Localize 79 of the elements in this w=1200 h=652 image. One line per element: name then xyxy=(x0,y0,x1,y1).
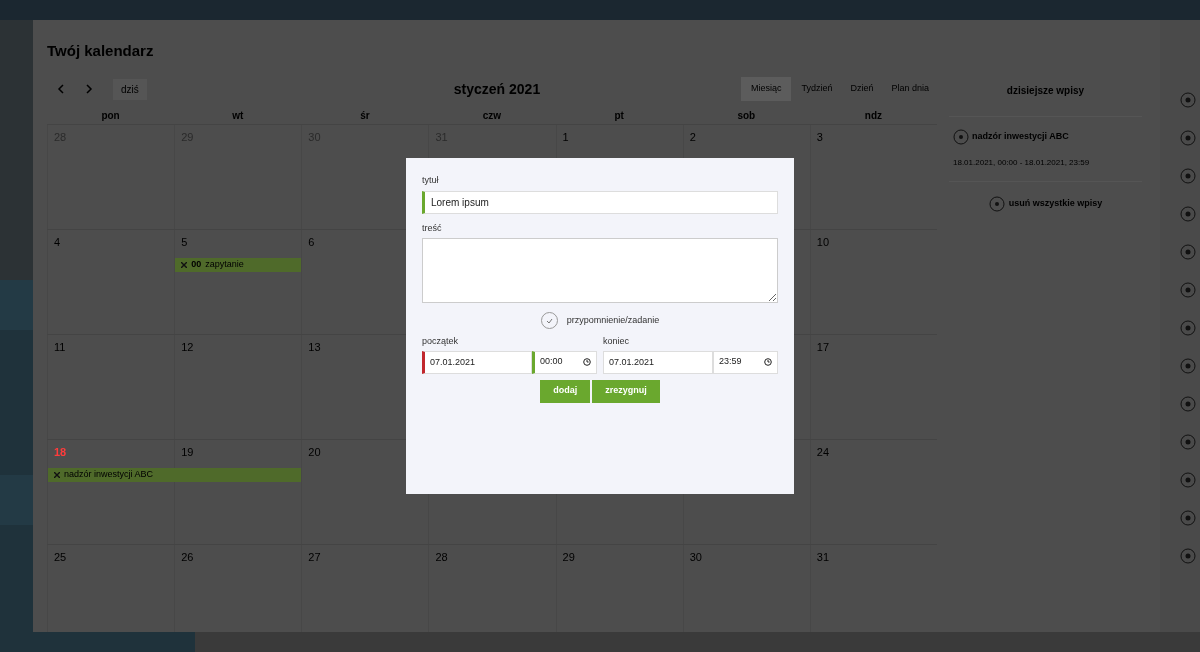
end-date-field[interactable]: 07.01.2021 xyxy=(603,350,713,374)
circle-button-icon[interactable] xyxy=(1180,206,1196,222)
check-icon xyxy=(545,317,553,324)
month-title: styczeń 2021 xyxy=(452,79,542,99)
circle-button-icon[interactable] xyxy=(1180,168,1196,184)
day-number: 26 xyxy=(180,550,195,565)
start-date-field[interactable]: 07.01.2021 xyxy=(422,350,532,374)
content-field[interactable] xyxy=(422,238,778,303)
day-number: 29 xyxy=(561,550,576,565)
day-number: 27 xyxy=(307,550,322,565)
day-number: 10 xyxy=(815,235,831,250)
circle-button-icon[interactable] xyxy=(1180,434,1196,450)
weekday-header: pt xyxy=(613,108,625,123)
day-number: 12 xyxy=(180,340,195,355)
event-time: 00 xyxy=(191,257,202,271)
weekday-header: śr xyxy=(359,108,371,123)
circle-button-icon[interactable] xyxy=(1180,396,1196,412)
day-number: 1 xyxy=(561,130,570,145)
weekday-header: czw xyxy=(481,108,503,123)
circle-button-icon[interactable] xyxy=(1180,282,1196,298)
panel-title: dzisiejsze wpisy xyxy=(1005,83,1086,98)
field-label: tytuł xyxy=(422,174,440,187)
entry-icon[interactable] xyxy=(953,129,969,145)
circle-button-icon[interactable] xyxy=(1180,320,1196,336)
weekday-header: sob xyxy=(736,108,757,123)
event-bar[interactable]: nadzór inwestycji ABC xyxy=(48,467,302,482)
day-number: 11 xyxy=(53,340,67,355)
event-title: zapytanie xyxy=(205,257,244,271)
reminder-label: przypomnienie/zadanie xyxy=(566,313,660,327)
field-label: treść xyxy=(422,221,443,235)
circle-button-icon[interactable] xyxy=(1180,510,1196,526)
view-tab[interactable]: Dzień xyxy=(842,77,882,101)
day-number: 17 xyxy=(815,340,831,355)
next-icon[interactable] xyxy=(85,84,93,94)
clock-icon[interactable] xyxy=(764,358,772,366)
field-label: początek xyxy=(422,335,460,348)
view-tab[interactable]: Tydzień xyxy=(793,77,841,101)
day-number: 19 xyxy=(180,445,195,460)
view-tab[interactable]: Miesiąc xyxy=(740,77,792,101)
end-time-field[interactable]: 23:59 xyxy=(713,350,778,374)
delete-icon xyxy=(988,196,1005,212)
title-field[interactable]: Lorem ipsum xyxy=(422,190,778,214)
weekday-header: pon xyxy=(100,108,121,123)
day-number: 31 xyxy=(815,550,831,565)
circle-button-icon[interactable] xyxy=(1180,130,1196,146)
weekday-header: ndz xyxy=(863,108,884,123)
circle-button-icon[interactable] xyxy=(1180,92,1196,108)
day-number: 20 xyxy=(307,445,322,460)
day-number: 4 xyxy=(53,235,62,250)
day-number: 30 xyxy=(688,550,703,565)
day-number: 25 xyxy=(53,550,68,565)
dialog-button[interactable]: dodaj xyxy=(540,379,591,403)
day-number: 2 xyxy=(688,130,697,145)
day-number: 3 xyxy=(815,130,824,145)
day-number: 24 xyxy=(815,445,831,460)
event-bar[interactable]: 00 zapytanie xyxy=(175,257,302,272)
view-tab[interactable]: Plan dnia xyxy=(883,77,937,101)
dialog-button[interactable]: zrezygnuj xyxy=(592,379,660,403)
day-number: 6 xyxy=(307,235,316,250)
today-button[interactable]: dziś xyxy=(113,78,147,100)
clear-all-button[interactable]: usuń wszystkie wpisy xyxy=(988,196,1103,212)
close-icon[interactable] xyxy=(54,471,60,478)
close-icon[interactable] xyxy=(181,261,188,268)
event-title: nadzór inwestycji ABC xyxy=(64,467,154,481)
field-label: koniec xyxy=(603,335,630,348)
day-number: 18 xyxy=(53,445,68,460)
entry-title: nadzór inwestycji ABC xyxy=(972,130,1069,144)
calendar-title: Twój kalendarz xyxy=(47,41,155,61)
circle-button-icon[interactable] xyxy=(1180,244,1196,260)
weekday-header: wt xyxy=(231,108,245,123)
clock-icon[interactable] xyxy=(583,358,591,366)
circle-button-icon[interactable] xyxy=(1180,548,1196,564)
start-time-field[interactable]: 00:00 xyxy=(532,350,597,374)
day-number: 5 xyxy=(180,235,189,250)
circle-button-icon[interactable] xyxy=(1180,358,1196,374)
day-number: 28 xyxy=(434,550,449,565)
circle-button-icon[interactable] xyxy=(1180,472,1196,488)
day-number: 13 xyxy=(307,340,322,355)
previous-icon[interactable] xyxy=(57,84,65,94)
